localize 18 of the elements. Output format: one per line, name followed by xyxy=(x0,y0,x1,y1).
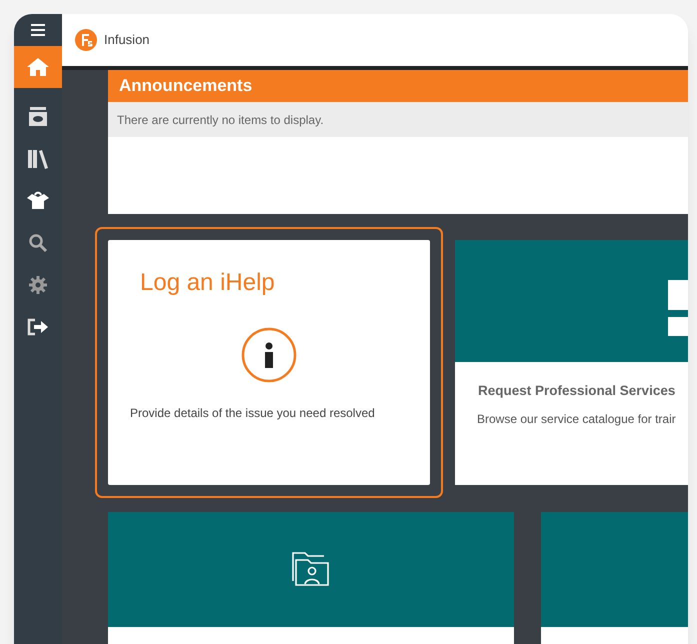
app-name: Infusion xyxy=(104,31,150,50)
tile-title: Request Professional Services xyxy=(478,382,676,400)
logo-icon xyxy=(74,28,98,52)
search-icon xyxy=(28,233,48,253)
tile-description: Provide details of the issue you need resolved xyxy=(130,405,376,422)
panel-title: Announcements xyxy=(108,70,688,102)
info-icon xyxy=(241,327,297,383)
tray-icon xyxy=(28,107,48,127)
menu-icon xyxy=(31,24,45,36)
tile-card[interactable]: Log an iHelp Provide details of the issue you need resolved xyxy=(108,240,430,485)
tile-title: Log an iHelp xyxy=(140,268,276,298)
home-icon xyxy=(26,57,50,77)
tile-description: Browse our service catalogue for trair xyxy=(477,411,677,428)
tile-card[interactable]: Request Professional Services Browse our service catalogue for trair xyxy=(455,240,688,485)
books-icon xyxy=(27,149,49,169)
logout-icon xyxy=(27,318,49,336)
empty-message: There are currently no items to display. xyxy=(108,102,688,137)
settings-icon xyxy=(28,275,48,295)
